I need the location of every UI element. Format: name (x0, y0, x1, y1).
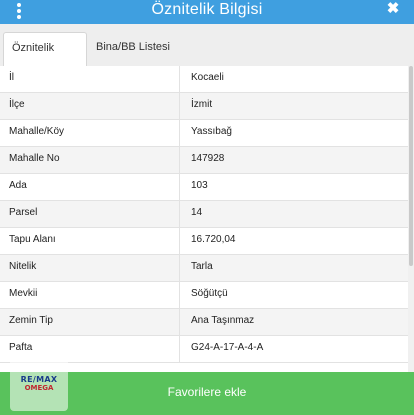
attribute-value: Yassıbağ (191, 126, 232, 137)
scrollbar-thumb[interactable] (409, 66, 413, 266)
attribute-key: Mahalle No (9, 147, 180, 173)
attribute-key: Zemin Tip (9, 309, 180, 335)
attribute-value: Ana Taşınmaz (191, 315, 255, 326)
attribute-value: İzmit (191, 99, 213, 110)
attribute-value: 103 (191, 180, 208, 191)
attribute-key: Mahalle/Köy (9, 120, 180, 146)
attribute-value: Kocaeli (191, 72, 224, 83)
attribute-table: İl Kocaeli İlçe İzmit Mahalle/Köy Yassıb… (0, 66, 414, 363)
table-row: Parsel 14 (0, 201, 414, 228)
table-row: Mevkii Söğütçü (0, 282, 414, 309)
tab-attribute-info[interactable]: Öznitelik Bilgisi (3, 32, 87, 84)
table-row: Ada 103 (0, 174, 414, 201)
tab-bar: Öznitelik Bilgisi Bina/BB Listesi (0, 24, 414, 84)
table-row: Nitelik Tarla (0, 255, 414, 282)
attribute-value: G24-A-17-A-4-A (191, 342, 264, 353)
attribute-value: 147928 (191, 153, 225, 164)
table-row: Zemin Tip Ana Taşınmaz (0, 309, 414, 336)
attribute-value: 16.720,04 (191, 234, 236, 245)
dialog-titlebar: Öznitelik Bilgisi ✖ (0, 0, 414, 24)
attribute-key: Ada (9, 174, 180, 200)
attribute-key: Parsel (9, 201, 180, 227)
attribute-key: Nitelik (9, 255, 180, 281)
dialog-title: Öznitelik Bilgisi (151, 1, 263, 18)
logo-line2: OMEGA (24, 384, 54, 392)
remax-omega-logo: RE/MAX OMEGA (10, 355, 68, 411)
attribute-value: Söğütçü (191, 288, 228, 299)
table-row: İl Kocaeli (0, 66, 414, 93)
table-row: Tapu Alanı 16.720,04 (0, 228, 414, 255)
attribute-key: İlçe (9, 93, 180, 119)
attribute-key: Mevkii (9, 282, 180, 308)
scrollbar[interactable] (408, 66, 414, 372)
table-row: Mahalle No 147928 (0, 147, 414, 174)
more-options-icon[interactable] (16, 3, 22, 19)
close-icon[interactable]: ✖ (384, 0, 402, 20)
table-row: İlçe İzmit (0, 93, 414, 120)
table-row: Mahalle/Köy Yassıbağ (0, 120, 414, 147)
attribute-info-dialog: Öznitelik Bilgisi ✖ Öznitelik Bilgisi Bi… (0, 0, 414, 415)
logo-line1: RE/MAX (20, 375, 58, 384)
tab-building-list[interactable]: Bina/BB Listesi (88, 32, 178, 66)
attribute-value: 14 (191, 207, 203, 218)
attribute-key: İl (9, 66, 180, 92)
attribute-key: Tapu Alanı (9, 228, 180, 254)
attribute-value: Tarla (191, 261, 213, 272)
